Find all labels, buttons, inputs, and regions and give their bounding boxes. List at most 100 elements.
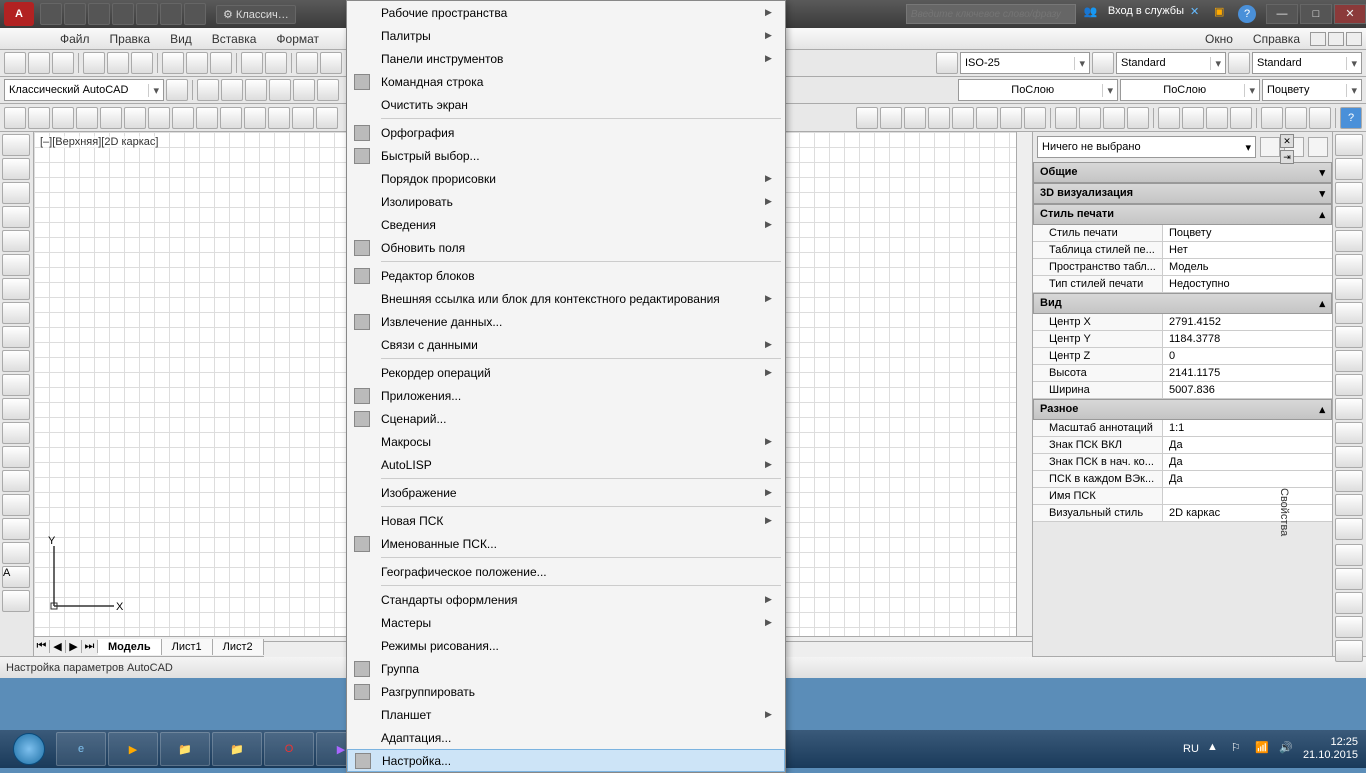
pline-icon[interactable]: [2, 182, 30, 204]
property-value[interactable]: Да: [1163, 454, 1332, 470]
blend-icon[interactable]: [1335, 494, 1363, 516]
annot-icon[interactable]: [936, 52, 958, 74]
menu-item[interactable]: Географическое положение...: [347, 560, 785, 583]
dim-jog-icon[interactable]: [1000, 107, 1022, 129]
mtext-icon[interactable]: A: [2, 566, 30, 588]
table-icon[interactable]: [1092, 52, 1114, 74]
menu-item[interactable]: Связи с данными▶: [347, 333, 785, 356]
presspull-icon[interactable]: [244, 107, 266, 129]
mirror-icon[interactable]: [1335, 182, 1363, 204]
move-icon[interactable]: [1335, 254, 1363, 276]
extrude-icon[interactable]: [220, 107, 242, 129]
mdi-restore-icon[interactable]: [1328, 32, 1344, 46]
cone-icon[interactable]: [76, 107, 98, 129]
tab-last-icon[interactable]: ⏭: [82, 640, 98, 653]
explode-icon[interactable]: [1335, 518, 1363, 540]
print-icon[interactable]: [83, 52, 105, 74]
menu-item[interactable]: Командная строка: [347, 70, 785, 93]
layer-icon[interactable]: [197, 79, 219, 101]
property-value[interactable]: 2791.4152: [1163, 314, 1332, 330]
menu-item[interactable]: Редактор блоков: [347, 264, 785, 287]
app-logo[interactable]: A: [4, 2, 34, 26]
loft-icon[interactable]: [316, 107, 338, 129]
break-icon[interactable]: [1335, 398, 1363, 420]
section-general[interactable]: Общие▾: [1033, 162, 1332, 183]
sweep-icon[interactable]: [268, 107, 290, 129]
tolerance-icon[interactable]: [1158, 107, 1180, 129]
property-value[interactable]: 0: [1163, 348, 1332, 364]
property-value[interactable]: 1:1: [1163, 420, 1332, 436]
menu-help[interactable]: Справка: [1243, 29, 1310, 49]
property-row[interactable]: ПСК в каждом ВЭк...Да: [1033, 471, 1332, 488]
property-value[interactable]: 5007.836: [1163, 382, 1332, 398]
rect-icon[interactable]: [2, 230, 30, 252]
layerfrz-icon[interactable]: [245, 79, 267, 101]
addsel-icon[interactable]: [2, 590, 30, 612]
dim-arc-icon[interactable]: [928, 107, 950, 129]
menu-item[interactable]: Орфография: [347, 121, 785, 144]
qat-redo-icon[interactable]: [184, 3, 206, 25]
save-icon[interactable]: [52, 52, 74, 74]
property-value[interactable]: Да: [1163, 437, 1332, 453]
color-combo[interactable]: Поцвету▾: [1262, 79, 1362, 101]
menu-item[interactable]: Панели инструментов▶: [347, 47, 785, 70]
close-button[interactable]: ✕: [1334, 4, 1366, 24]
viewport-label[interactable]: [–][Верхняя][2D каркас]: [40, 136, 158, 148]
undo-icon[interactable]: [296, 52, 318, 74]
array-icon[interactable]: [1335, 230, 1363, 252]
copy2-icon[interactable]: [1335, 158, 1363, 180]
minimize-button[interactable]: —: [1266, 4, 1298, 24]
qat-open-icon[interactable]: [64, 3, 86, 25]
property-value[interactable]: 2D каркас: [1163, 505, 1332, 521]
gear-icon[interactable]: [166, 79, 188, 101]
property-row[interactable]: Высота2141.1175: [1033, 365, 1332, 382]
tab-prev-icon[interactable]: ◀: [50, 640, 66, 653]
dim-ord-icon[interactable]: [1024, 107, 1046, 129]
open-icon[interactable]: [28, 52, 50, 74]
rotate-icon[interactable]: [1335, 278, 1363, 300]
menu-item[interactable]: Мастеры▶: [347, 611, 785, 634]
menu-item[interactable]: Макросы▶: [347, 430, 785, 453]
chamfer-icon[interactable]: [1335, 446, 1363, 468]
menu-item[interactable]: Настройка...: [347, 749, 785, 772]
paste-icon[interactable]: [210, 52, 232, 74]
revolve-icon[interactable]: [292, 107, 314, 129]
menu-file[interactable]: Файл: [50, 29, 100, 49]
tray-clock[interactable]: 12:25 21.10.2015: [1303, 736, 1358, 762]
matchprop-icon[interactable]: [241, 52, 263, 74]
polygon-icon[interactable]: [2, 206, 30, 228]
dimstyle-combo[interactable]: ISO-25▾: [960, 52, 1090, 74]
property-value[interactable]: Модель: [1163, 259, 1332, 275]
spline-icon[interactable]: [2, 326, 30, 348]
erase-icon[interactable]: [1335, 134, 1363, 156]
property-value[interactable]: [1163, 488, 1332, 504]
property-value[interactable]: Да: [1163, 471, 1332, 487]
selectionc-icon[interactable]: [1335, 592, 1363, 614]
layeroff-icon[interactable]: [269, 79, 291, 101]
publish-icon[interactable]: [131, 52, 153, 74]
tab-sheet1[interactable]: Лист1: [162, 639, 213, 655]
qat-undo-icon[interactable]: [160, 3, 182, 25]
property-row[interactable]: Тип стилей печатиНедоступно: [1033, 276, 1332, 293]
taskbar-explorer2-icon[interactable]: 📁: [212, 732, 262, 766]
menu-item[interactable]: Изображение▶: [347, 481, 785, 504]
pp-options-icon[interactable]: [1308, 137, 1328, 157]
mdi-close-icon[interactable]: [1346, 32, 1362, 46]
menu-format[interactable]: Формат: [266, 29, 329, 49]
property-row[interactable]: Ширина5007.836: [1033, 382, 1332, 399]
ellipse-icon[interactable]: [2, 350, 30, 372]
revcloud-icon[interactable]: [2, 302, 30, 324]
section-misc[interactable]: Разное▴: [1033, 399, 1332, 420]
pyramid-icon[interactable]: [148, 107, 170, 129]
tab-first-icon[interactable]: ⏮: [34, 640, 50, 653]
menu-edit[interactable]: Правка: [100, 29, 161, 49]
tab-next-icon[interactable]: ▶: [66, 640, 82, 653]
stretch-icon[interactable]: [1335, 326, 1363, 348]
menu-item[interactable]: Изолировать▶: [347, 190, 785, 213]
block-icon[interactable]: [2, 422, 30, 444]
menu-item[interactable]: Планшет▶: [347, 703, 785, 726]
point-icon[interactable]: [2, 446, 30, 468]
signin-button[interactable]: Вход в службы: [1108, 5, 1184, 23]
arc-icon[interactable]: [2, 254, 30, 276]
qat-saveas-icon[interactable]: [112, 3, 134, 25]
